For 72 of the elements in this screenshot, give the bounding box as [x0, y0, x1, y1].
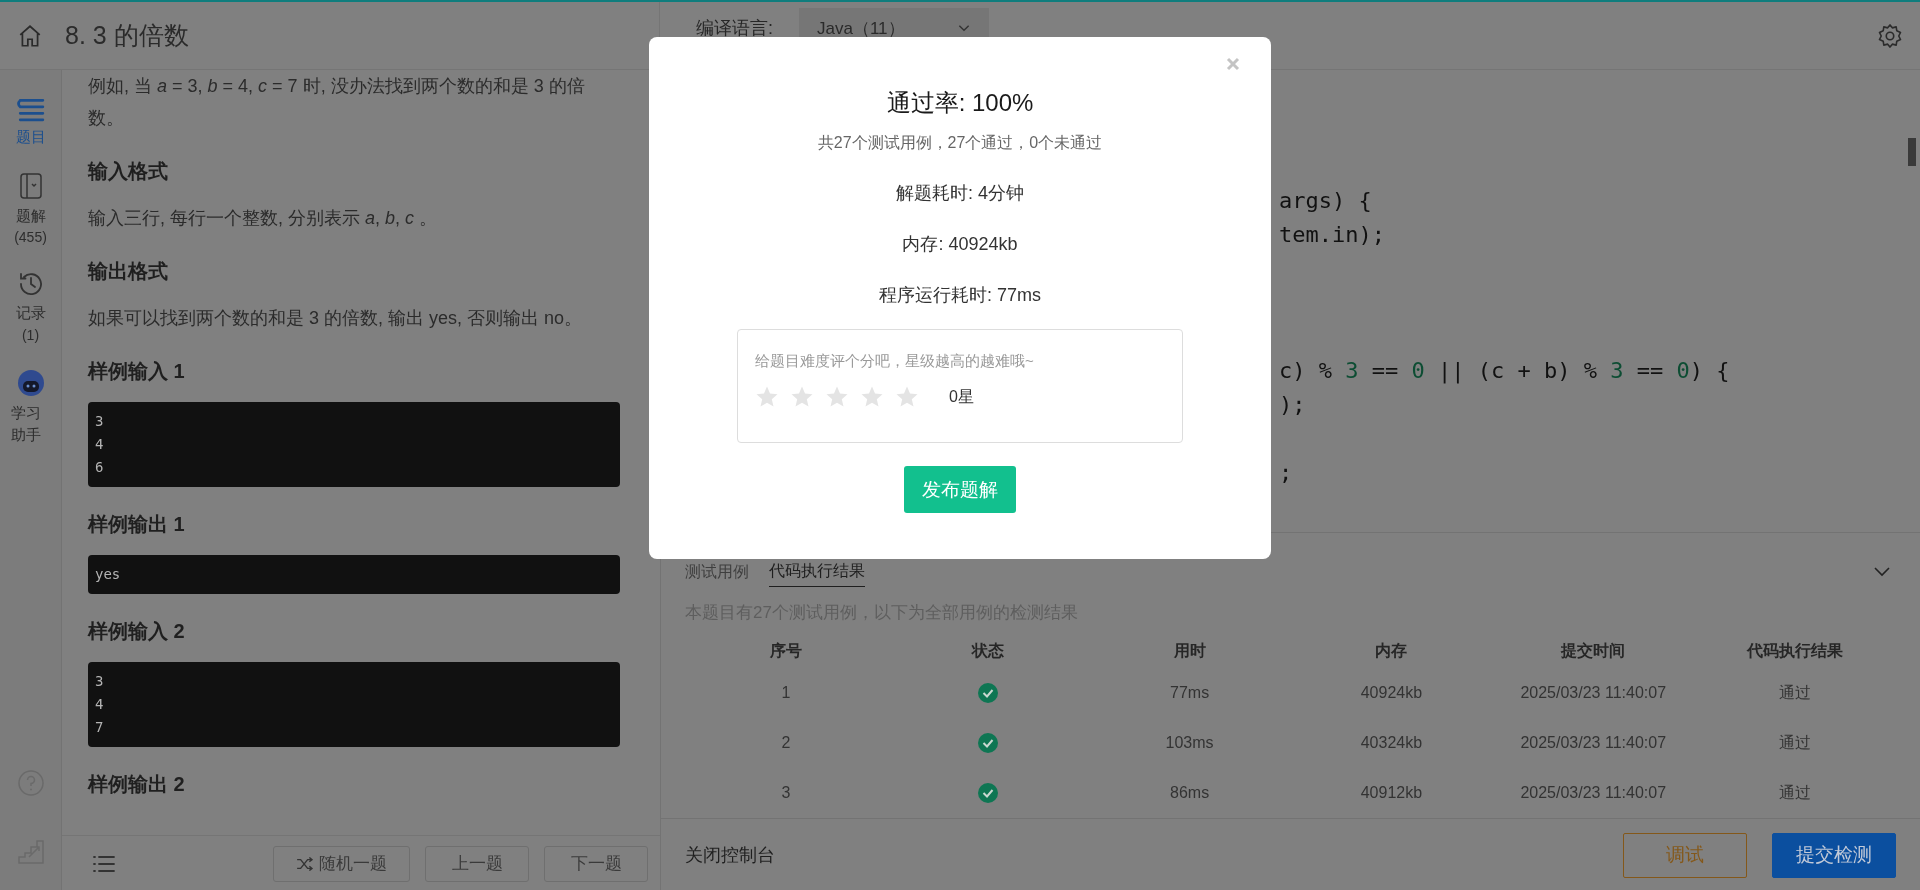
stat-text: 程序运行耗时: 77ms [879, 284, 1041, 307]
table-cell-text: 3 [780, 783, 792, 803]
sample-code-block: yes [88, 555, 620, 594]
table-cell-text: 2025/03/23 11:40:07 [1519, 733, 1668, 753]
table-cell-text: 2025/03/23 11:40:07 [1519, 783, 1668, 803]
publish-solution-button[interactable]: 发布题解 [904, 466, 1016, 513]
table-cell-text: 86ms [1169, 783, 1211, 803]
code-line: ; [1279, 459, 1293, 487]
problem-text: 输入三行, 每行一个整数, 分别表示 a, b, c 。 [88, 207, 439, 230]
close-console-link[interactable]: 关闭控制台 [685, 843, 775, 867]
star-rating[interactable] [755, 385, 919, 409]
rating-prompt: 给题目难度评个分吧，星级越高的越难哦~ [755, 352, 1035, 371]
sample-code-block: 3 4 6 [88, 402, 620, 487]
problem-title: 8. 3 的倍数 [65, 20, 189, 51]
section-heading: 样例输出 2 [88, 772, 186, 797]
settings-icon[interactable] [1876, 21, 1904, 50]
shuffle-icon [296, 856, 314, 871]
list-icon[interactable] [92, 853, 116, 874]
column-header: 用时 [1172, 640, 1207, 661]
rail-item[interactable]: 学习助手 [10, 367, 51, 447]
console-tab[interactable]: 测试用例 [685, 557, 749, 587]
test-summary: 共27个测试用例，27个通过，0个未通过 [817, 133, 1103, 153]
stat-text: 内存: 40924kb [902, 233, 1018, 256]
pass-rate-title: 通过率: 100% [886, 88, 1034, 118]
table-cell-text: 40924kb [1359, 683, 1424, 703]
column-header: 序号 [768, 640, 803, 661]
column-header: 提交时间 [1559, 640, 1627, 661]
code-line: args) { [1279, 187, 1372, 215]
star-icon[interactable] [790, 385, 814, 409]
stat-text: 解题耗时: 4分钟 [896, 182, 1024, 205]
section-heading: 输入格式 [88, 159, 169, 184]
chevron-icon[interactable] [1874, 567, 1890, 577]
table-cell-text: 通过 [1778, 782, 1813, 803]
column-header: 状态 [970, 640, 1005, 661]
section-heading: 样例输入 2 [88, 619, 186, 644]
table-cell-text: 103ms [1164, 733, 1215, 753]
table-cell-text: 2 [780, 733, 792, 753]
rail-item[interactable]: 题目 [10, 96, 51, 149]
problem-nav-button[interactable]: 随机一题 [273, 845, 410, 882]
column-header: 内存 [1374, 640, 1409, 661]
book-icon[interactable] [18, 170, 43, 201]
sample-code-block: 3 4 7 [88, 662, 620, 747]
star-icon[interactable] [825, 385, 849, 409]
table-cell-text: 2025/03/23 11:40:07 [1519, 683, 1668, 703]
code-line: tem.in); [1279, 221, 1385, 249]
table-cell-text: 通过 [1778, 732, 1813, 753]
problem-text: 例如, 当 a = 3, b = 4, c = 7 时, 没办法找到两个数的和是 3 的倍数。 [88, 75, 586, 130]
problem-nav-button[interactable]: 上一题 [425, 845, 529, 882]
robot-avatar-icon[interactable] [15, 367, 46, 398]
problem-nav-button[interactable]: 下一题 [544, 845, 648, 882]
submit-button[interactable]: 提交检测 [1772, 832, 1896, 878]
table-cell-text: 40912kb [1359, 783, 1424, 803]
scrollbar-thumb[interactable] [1908, 138, 1916, 166]
star-icon[interactable] [895, 385, 919, 409]
column-header: 代码执行结果 [1745, 640, 1845, 661]
code-line: c) % 3 == 0 || (c + b) % 3 == 0) { [1279, 357, 1730, 386]
star-icon[interactable] [860, 385, 884, 409]
rating-reading: 0星 [949, 386, 974, 407]
code-line: ); [1279, 391, 1306, 419]
section-heading: 样例输入 1 [88, 359, 186, 384]
close-icon[interactable] [1226, 57, 1240, 71]
star-icon[interactable] [755, 385, 779, 409]
table-cell-text: 通过 [1778, 682, 1813, 703]
section-heading: 输出格式 [88, 259, 169, 284]
problem-text: 如果可以找到两个数的和是 3 的倍数, 输出 yes, 否则输出 no。 [88, 307, 584, 330]
rail-item[interactable]: 记录 (1) [10, 270, 51, 346]
compiler-label: 编译语言: [696, 17, 773, 40]
table-cell-text: 40324kb [1359, 733, 1424, 753]
table-cell-text: 1 [780, 683, 792, 703]
rail-item[interactable]: 题解 (455) [10, 170, 51, 248]
section-heading: 样例输出 1 [88, 512, 186, 537]
table-cell-text: 77ms [1169, 683, 1211, 703]
